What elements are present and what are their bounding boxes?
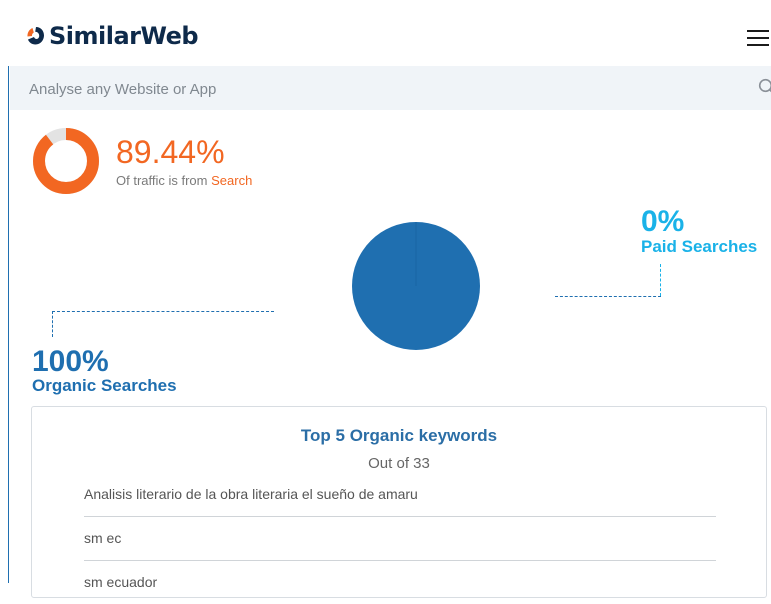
header: SimilarWeb — [0, 0, 771, 66]
traffic-subtitle-highlight: Search — [211, 173, 253, 188]
organic-leader-line-vertical — [52, 311, 53, 337]
traffic-subtitle: Of traffic is from Search — [116, 173, 252, 188]
keyword-item[interactable]: sm ec — [84, 517, 716, 561]
search-split-pie — [352, 222, 480, 350]
left-border — [8, 0, 9, 583]
search-input[interactable] — [27, 76, 731, 102]
similarweb-logo-icon — [27, 27, 44, 45]
keyword-item[interactable]: Analisis literario de la obra literaria … — [84, 473, 716, 517]
paid-searches-label: Paid Searches — [641, 237, 758, 256]
paid-searches-percent: 0% — [641, 205, 685, 238]
traffic-subtitle-prefix: Of traffic is from — [116, 173, 212, 188]
top-keywords-subtitle: Out of 33 — [368, 455, 430, 472]
logo[interactable]: SimilarWeb — [26, 22, 199, 50]
organic-searches-label: Organic Searches — [32, 376, 177, 395]
search-icon[interactable] — [758, 78, 771, 96]
traffic-percent: 89.44% — [116, 134, 225, 170]
top-keywords-title: Top 5 Organic keywords — [300, 426, 498, 445]
keyword-list: Analisis literario de la obra literaria … — [84, 473, 716, 604]
hamburger-menu-icon[interactable] — [747, 30, 769, 47]
paid-leader-line-vertical — [660, 264, 661, 296]
search-bar — [10, 66, 771, 110]
top-keywords-card: Top 5 Organic keywords Out of 33 Analisi… — [31, 406, 767, 598]
paid-leader-line — [555, 296, 661, 297]
brand-name: SimilarWeb — [49, 22, 199, 50]
traffic-share-donut — [33, 128, 99, 194]
organic-searches-percent: 100% — [32, 345, 109, 378]
organic-leader-line — [52, 311, 274, 312]
